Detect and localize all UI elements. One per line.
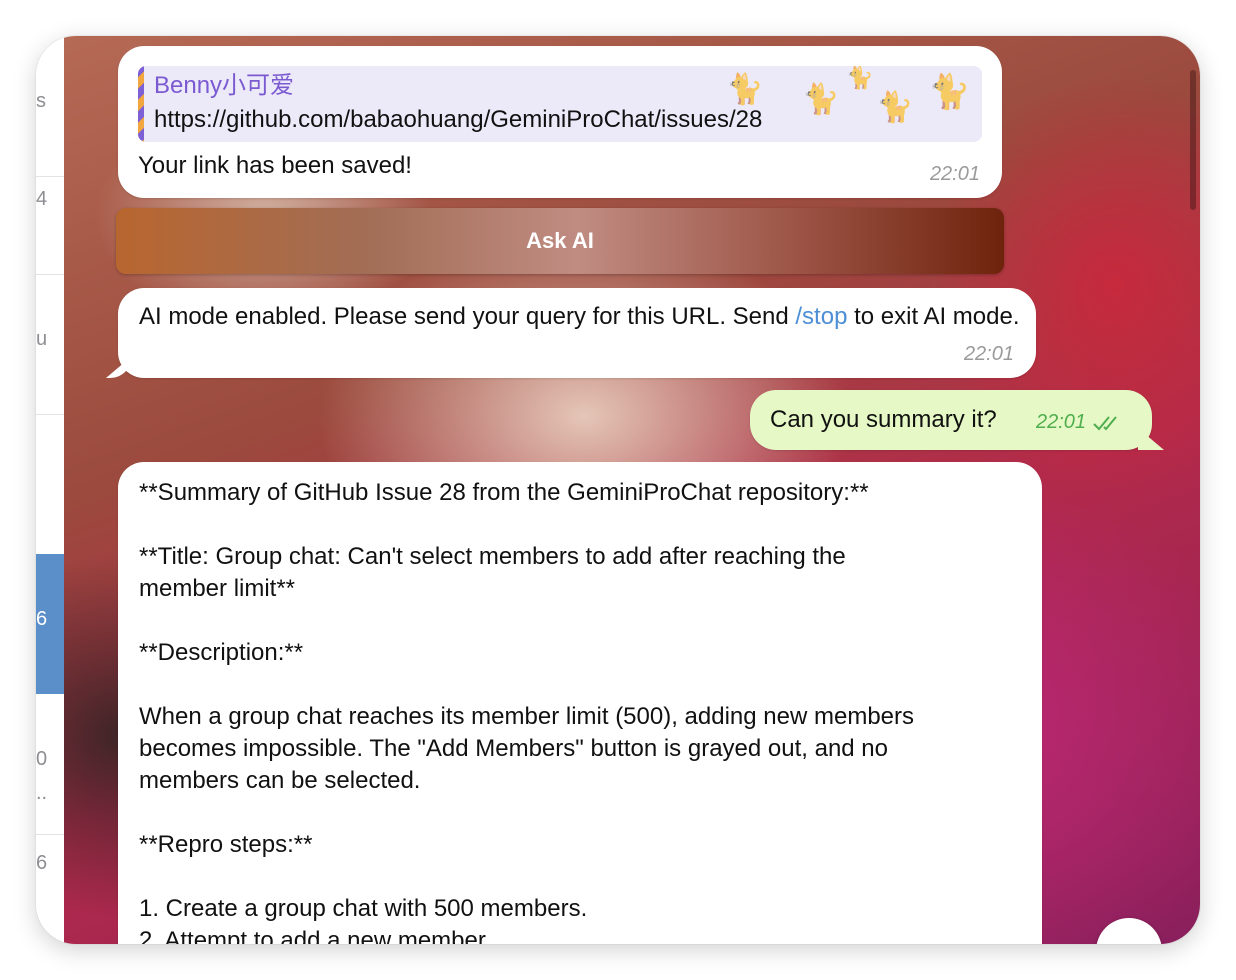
message-text: Your link has been saved! xyxy=(138,152,412,179)
chat-list-item-label: .. xyxy=(36,782,48,804)
chat-list-item-active[interactable]: 6 xyxy=(36,554,64,694)
summary-line: **Summary of GitHub Issue 28 from the Ge… xyxy=(139,479,869,506)
message-text-part: AI mode enabled. Please send your query … xyxy=(139,303,796,330)
reply-quote[interactable]: Benny小可爱 https://github.com/babaohuang/G… xyxy=(138,66,982,142)
chat-list-item-label: 6 xyxy=(36,852,48,874)
device-frame: s 4 u 6 0 .. 6 Benny小可爱 https://github.c… xyxy=(36,36,1200,944)
reply-author: Benny小可爱 xyxy=(154,72,295,99)
message-time: 22:01 xyxy=(963,343,1014,365)
chat-list-item-label: 6 xyxy=(36,608,48,630)
chat-list-item-label: s xyxy=(36,90,46,112)
chat-list-item-label: 4 xyxy=(36,188,48,210)
summary-line: 2. Attempt to add a new member. xyxy=(139,927,492,944)
chat-list-item[interactable]: .. xyxy=(36,744,64,835)
ask-ai-button[interactable]: Ask AI xyxy=(116,208,1004,274)
message-text-part: to exit AI mode. xyxy=(847,303,1020,330)
summary-line: becomes impossible. The "Add Members" bu… xyxy=(139,735,889,762)
cat-pattern-icon: 🐈 xyxy=(846,66,874,90)
message-link-saved[interactable]: Benny小可爱 https://github.com/babaohuang/G… xyxy=(118,46,1002,198)
scrollbar[interactable] xyxy=(1190,70,1196,210)
summary-line: members can be selected. xyxy=(139,767,421,794)
message-time-text: 22:01 xyxy=(1036,411,1087,433)
double-check-icon xyxy=(1092,416,1117,431)
summary-line: 1. Create a group chat with 500 members. xyxy=(139,895,588,922)
cat-pattern-icon: 🐈 xyxy=(802,83,840,116)
summary-line: When a group chat reaches its member lim… xyxy=(139,703,915,730)
chat-area[interactable]: Benny小可爱 https://github.com/babaohuang/G… xyxy=(64,36,1200,944)
message-time: 22:01 xyxy=(1036,406,1124,438)
summary-body: **Summary of GitHub Issue 28 from the Ge… xyxy=(139,477,1029,944)
cat-pattern-icon: 🐈 xyxy=(726,73,764,106)
chat-list-item-label: u xyxy=(36,328,48,350)
chat-list-strip: s 4 u 6 0 .. 6 xyxy=(36,36,65,944)
chat-list-item[interactable]: u xyxy=(36,274,64,415)
summary-line: member limit** xyxy=(139,575,296,602)
stop-command-link[interactable]: /stop xyxy=(795,303,847,330)
reply-quote-bar xyxy=(138,66,144,142)
message-ai-mode[interactable]: AI mode enabled. Please send your query … xyxy=(118,288,1036,378)
summary-line: **Description:** xyxy=(139,639,304,666)
cat-pattern-icon: 🐈 xyxy=(928,73,971,111)
chat-list-item[interactable]: 6 xyxy=(36,834,64,944)
chat-list-item[interactable]: 4 xyxy=(36,134,64,275)
cat-pattern-icon: 🐈 xyxy=(876,91,914,124)
message-ai-summary[interactable]: **Summary of GitHub Issue 28 from the Ge… xyxy=(118,462,1042,944)
message-text: Can you summary it? xyxy=(770,406,997,433)
reply-link-text: https://github.com/babaohuang/GeminiProC… xyxy=(154,106,763,133)
scroll-down-button[interactable] xyxy=(1096,918,1162,944)
message-time: 22:01 xyxy=(929,163,980,185)
message-text: AI mode enabled. Please send your query … xyxy=(139,301,1029,333)
summary-line: **Title: Group chat: Can't select member… xyxy=(139,543,846,570)
message-outgoing[interactable]: Can you summary it? 22:01 xyxy=(750,390,1152,450)
summary-line: **Repro steps:** xyxy=(139,831,313,858)
